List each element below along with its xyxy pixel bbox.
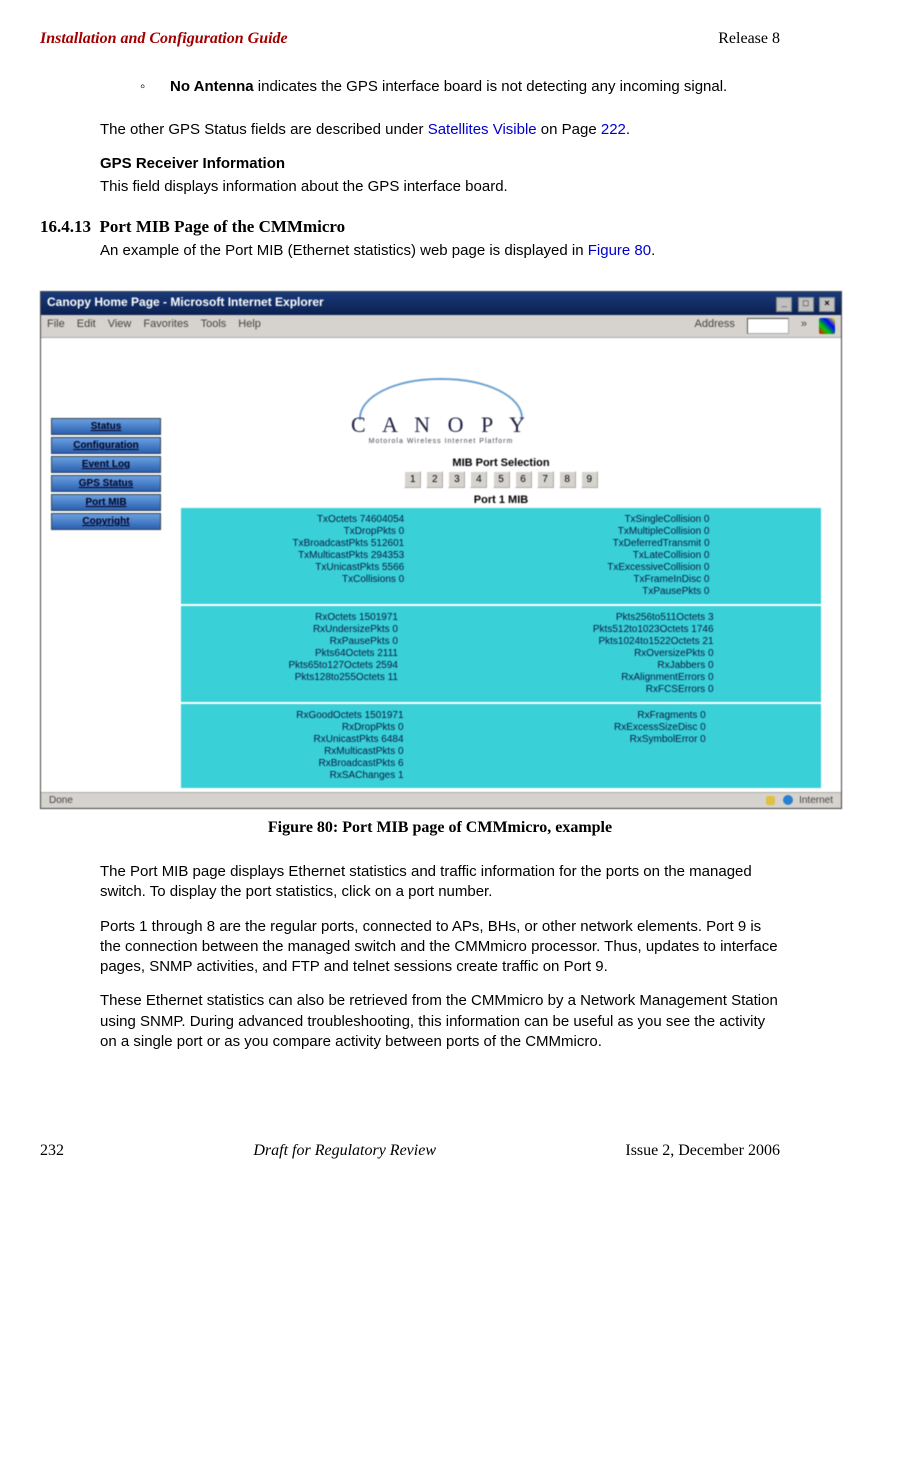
sidebar-nav: Status Configuration Event Log GPS Statu…: [51, 418, 161, 532]
ie-flag-icon: [819, 318, 835, 334]
nav-configuration[interactable]: Configuration: [51, 437, 161, 454]
port-1-mib-label: Port 1 MIB: [181, 494, 821, 506]
para-ports-1-8: Ports 1 through 8 are the regular ports,…: [100, 917, 780, 978]
bullet-rest: indicates the GPS interface board is not…: [254, 78, 728, 95]
link-figure-80[interactable]: Figure 80: [588, 242, 651, 259]
nav-gps-status[interactable]: GPS Status: [51, 475, 161, 492]
footer-right: Issue 2, December 2006: [625, 1142, 780, 1160]
bullet-marker: ◦: [140, 78, 170, 95]
stats-block-2-left: RxOctets 1501971 RxUndersizePkts 0 RxPau…: [288, 612, 398, 696]
gps-receiver-title: GPS Receiver Information: [100, 154, 780, 174]
maximize-icon[interactable]: □: [798, 297, 814, 312]
link-satellites-visible[interactable]: Satellites Visible: [428, 121, 537, 138]
menu-file[interactable]: File: [47, 318, 65, 334]
lock-icon: [766, 796, 775, 805]
menu-tools[interactable]: Tools: [201, 318, 227, 334]
ie-status-bar: Done Internet: [41, 792, 841, 808]
figure-caption: Figure 80: Port MIB page of CMMmicro, ex…: [40, 819, 840, 837]
status-done: Done: [49, 795, 73, 806]
go-chevron[interactable]: »: [801, 318, 807, 334]
port-button-1[interactable]: 1: [404, 471, 421, 488]
section-number: 16.4.13: [40, 217, 91, 236]
page-body: ◦ No Antenna indicates the GPS interface…: [100, 78, 780, 1052]
footer-page-num: 232: [40, 1142, 64, 1160]
nav-port-mib[interactable]: Port MIB: [51, 494, 161, 511]
port-button-3[interactable]: 3: [448, 471, 465, 488]
nav-copyright[interactable]: Copyright: [51, 513, 161, 530]
port-button-9[interactable]: 9: [581, 471, 598, 488]
gps-receiver-info-block: GPS Receiver Information This field disp…: [100, 154, 780, 197]
stats-block-2-right: Pkts256to511Octets 3 Pkts512to1023Octets…: [593, 612, 714, 696]
page-footer: 232 Draft for Regulatory Review Issue 2,…: [40, 1142, 780, 1160]
stats-block-1-left: TxOctets 74604054 TxDropPkts 0 TxBroadca…: [293, 514, 405, 598]
menu-favorites[interactable]: Favorites: [143, 318, 188, 334]
port-button-5[interactable]: 5: [493, 471, 510, 488]
ie-title: Canopy Home Page - Microsoft Internet Ex…: [47, 295, 324, 312]
section-heading: 16.4.13 Port MIB Page of the CMMmicro: [40, 217, 780, 237]
ie-window: Canopy Home Page - Microsoft Internet Ex…: [40, 291, 842, 809]
ie-content-area: Status Configuration Event Log GPS Statu…: [41, 338, 841, 792]
bullet-no-antenna: ◦ No Antenna indicates the GPS interface…: [140, 78, 780, 95]
address-label: Address: [695, 318, 735, 334]
stats-block-3: RxGoodOctets 1501971 RxDropPkts 0 RxUnic…: [181, 704, 821, 788]
globe-icon: [783, 795, 793, 805]
canopy-logo-sub: Motorola Wireless Internet Platform: [51, 438, 831, 445]
address-field[interactable]: [747, 318, 789, 334]
port-button-6[interactable]: 6: [515, 471, 532, 488]
window-buttons: _ □ ×: [774, 295, 835, 312]
ie-titlebar: Canopy Home Page - Microsoft Internet Ex…: [41, 292, 841, 315]
mib-area: MIB Port Selection 1 2 3 4 5 6 7 8 9 Por…: [181, 457, 821, 788]
status-zone: Internet: [766, 795, 833, 806]
page-header: Installation and Configuration Guide Rel…: [40, 30, 780, 48]
figure-80: Canopy Home Page - Microsoft Internet Ex…: [40, 291, 840, 837]
close-icon[interactable]: ×: [819, 297, 835, 312]
nav-status[interactable]: Status: [51, 418, 161, 435]
stats-block-2: RxOctets 1501971 RxUndersizePkts 0 RxPau…: [181, 606, 821, 702]
menu-view[interactable]: View: [108, 318, 132, 334]
para-port-mib-desc: The Port MIB page displays Ethernet stat…: [100, 862, 780, 903]
canopy-logo-text: C A N O P Y: [51, 412, 831, 438]
minimize-icon[interactable]: _: [776, 297, 792, 312]
section-title: Port MIB Page of the CMMmicro: [100, 217, 346, 236]
port-button-8[interactable]: 8: [559, 471, 576, 488]
port-button-4[interactable]: 4: [470, 471, 487, 488]
port-button-2[interactable]: 2: [426, 471, 443, 488]
port-button-7[interactable]: 7: [537, 471, 554, 488]
stats-block-3-right: RxFragments 0 RxExcessSizeDisc 0 RxSymbo…: [614, 710, 706, 782]
bullet-content: No Antenna indicates the GPS interface b…: [170, 78, 780, 95]
port-mib-intro: An example of the Port MIB (Ethernet sta…: [100, 241, 780, 261]
gps-other-fields: The other GPS Status fields are describe…: [100, 120, 780, 140]
menu-edit[interactable]: Edit: [77, 318, 96, 334]
link-page-222[interactable]: 222: [601, 121, 626, 138]
stats-block-1: TxOctets 74604054 TxDropPkts 0 TxBroadca…: [181, 508, 821, 604]
canopy-logo: C A N O P Y Motorola Wireless Internet P…: [51, 348, 831, 451]
stats-block-1-right: TxSingleCollision 0 TxMultipleCollision …: [607, 514, 709, 598]
gps-receiver-text: This field displays information about th…: [100, 177, 780, 197]
footer-center: Draft for Regulatory Review: [253, 1142, 436, 1160]
nav-event-log[interactable]: Event Log: [51, 456, 161, 473]
para-snmp: These Ethernet statistics can also be re…: [100, 991, 780, 1052]
header-left: Installation and Configuration Guide: [40, 30, 288, 48]
header-right: Release 8: [718, 30, 780, 48]
ie-menubar: File Edit View Favorites Tools Help Addr…: [41, 315, 841, 338]
bullet-label: No Antenna: [170, 78, 254, 95]
port-selector: 1 2 3 4 5 6 7 8 9: [181, 471, 821, 488]
menu-help[interactable]: Help: [238, 318, 261, 334]
stats-block-3-left: RxGoodOctets 1501971 RxDropPkts 0 RxUnic…: [296, 710, 403, 782]
mib-port-selection-label: MIB Port Selection: [181, 457, 821, 469]
